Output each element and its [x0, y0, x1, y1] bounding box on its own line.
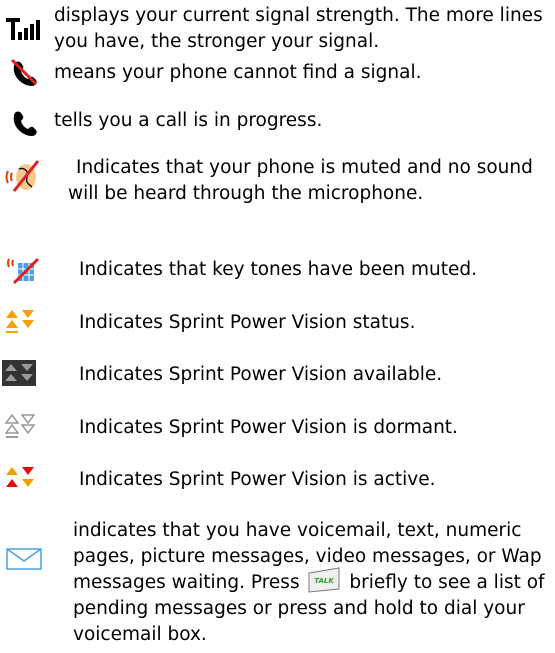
legend-text: indicates that you have voicemail, text,… — [73, 518, 553, 648]
legend-text: tells you a call is in progress. — [54, 110, 323, 131]
legend-text: means your phone cannot find a signal. — [54, 62, 422, 83]
legend-text: Indicates that key tones have been muted… — [79, 259, 478, 280]
microphone-muted-icon — [5, 160, 40, 192]
power-vision-status-icon — [6, 310, 34, 333]
signal-strength-icon — [6, 18, 40, 40]
legend-text: Indicates Sprint Power Vision is active. — [79, 469, 436, 490]
legend-text: Indicates Sprint Power Vision status. — [79, 312, 416, 333]
legend-text: Indicates that your phone is muted and n… — [68, 157, 533, 204]
no-signal-icon — [10, 58, 38, 86]
power-vision-active-icon — [6, 467, 34, 487]
key-tones-muted-icon — [7, 257, 40, 285]
legend-text: Indicates Sprint Power Vision is dormant… — [79, 417, 458, 438]
power-vision-dormant-icon — [4, 413, 36, 438]
power-vision-available-icon — [2, 360, 36, 386]
icon-legend-page: { "rows": [ {"icon": "signal-strength-ic… — [0, 0, 555, 653]
message-envelope-icon — [6, 548, 42, 570]
call-in-progress-icon — [13, 111, 37, 136]
legend-text: Indicates Sprint Power Vision available. — [79, 364, 443, 385]
talk-key-label: TALK — [315, 577, 335, 585]
talk-key-icon: TALK — [308, 567, 340, 593]
legend-text: displays your current signal strength. T… — [54, 5, 543, 52]
